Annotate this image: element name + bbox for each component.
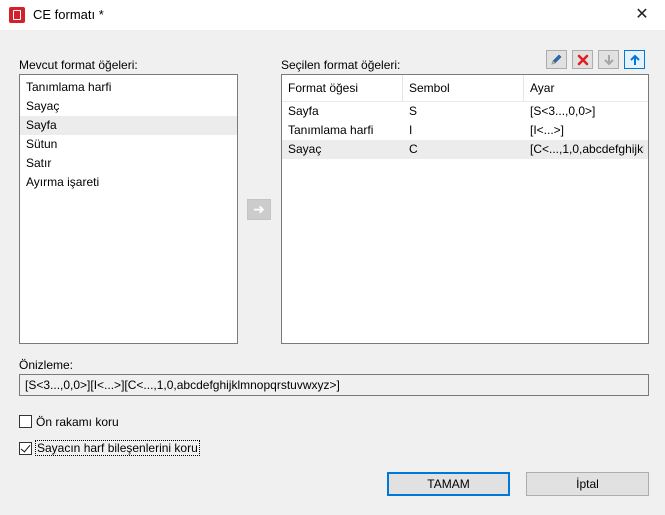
selected-items-label: Seçilen format öğeleri: [281, 58, 401, 72]
keep-counter-letters-label[interactable]: Sayacın harf bileşenlerini koru [35, 440, 200, 456]
move-up-button[interactable] [624, 50, 645, 69]
edit-button[interactable] [546, 50, 567, 69]
preview-field: [S<3...,0,0>][I<...>][C<...,1,0,abcdefgh… [19, 374, 649, 396]
column-header-symbol[interactable]: Sembol [403, 75, 524, 101]
app-icon [9, 7, 25, 23]
selected-items-table[interactable]: Format öğesi Sembol Ayar Sayfa S [S<3...,0… [281, 74, 649, 344]
table-cell: [S<3...,0,0>] [530, 104, 596, 118]
title-bar: CE formatı * ✕ [0, 0, 665, 30]
table-header: Format öğesi Sembol Ayar [282, 75, 648, 102]
table-cell: Sayaç [288, 142, 322, 156]
ok-button[interactable]: TAMAM [387, 472, 510, 496]
keep-counter-letters-checkbox[interactable] [19, 442, 32, 455]
table-cell: S [409, 104, 418, 118]
keep-leading-digits-checkbox[interactable] [19, 415, 32, 428]
table-cell: I [409, 123, 413, 137]
delete-button[interactable] [572, 50, 593, 69]
move-down-button[interactable] [598, 50, 619, 69]
window-title: CE formatı * [33, 7, 104, 22]
arrow-right-icon: ➜ [253, 201, 265, 217]
list-item[interactable]: Tanımlama harfi [20, 78, 237, 97]
keep-leading-digits-label[interactable]: Ön rakamı koru [36, 415, 119, 429]
column-header-format-item[interactable]: Format öğesi [282, 75, 403, 101]
close-button[interactable]: ✕ [619, 0, 665, 30]
table-cell: C [409, 142, 418, 156]
list-item[interactable]: Sayfa [20, 116, 237, 135]
red-x-icon [577, 54, 588, 66]
table-cell: Tanımlama harfi [288, 123, 374, 137]
list-item[interactable]: Satır [20, 154, 237, 173]
table-cell: [C<...,1,0,abcdefghijklmnopqrstuvwxyz>] [530, 142, 644, 156]
table-row[interactable]: Sayfa S [S<3...,0,0>] [282, 102, 648, 121]
preview-label: Önizleme: [19, 358, 74, 372]
table-row[interactable]: Tanımlama harfi I [I<...>] [282, 121, 648, 140]
list-item[interactable]: Sütun [20, 135, 237, 154]
pencil-icon [551, 54, 562, 65]
arrow-down-icon [603, 55, 614, 66]
table-cell: Sayfa [288, 104, 319, 118]
add-item-button[interactable]: ➜ [247, 199, 271, 220]
arrow-up-icon [629, 54, 640, 65]
list-item[interactable]: Sayaç [20, 97, 237, 116]
available-items-list[interactable]: Tanımlama harfi Sayaç Sayfa Sütun Satır Ayırm… [19, 74, 238, 344]
column-header-setting[interactable]: Ayar [524, 75, 644, 101]
table-row[interactable]: Sayaç C [C<...,1,0,abcdefghijklmnopqrstuvw… [282, 140, 648, 159]
list-item[interactable]: Ayırma işareti [20, 173, 237, 192]
table-cell: [I<...>] [530, 123, 565, 137]
available-items-label: Mevcut format öğeleri: [19, 58, 138, 72]
cancel-button[interactable]: İptal [526, 472, 649, 496]
